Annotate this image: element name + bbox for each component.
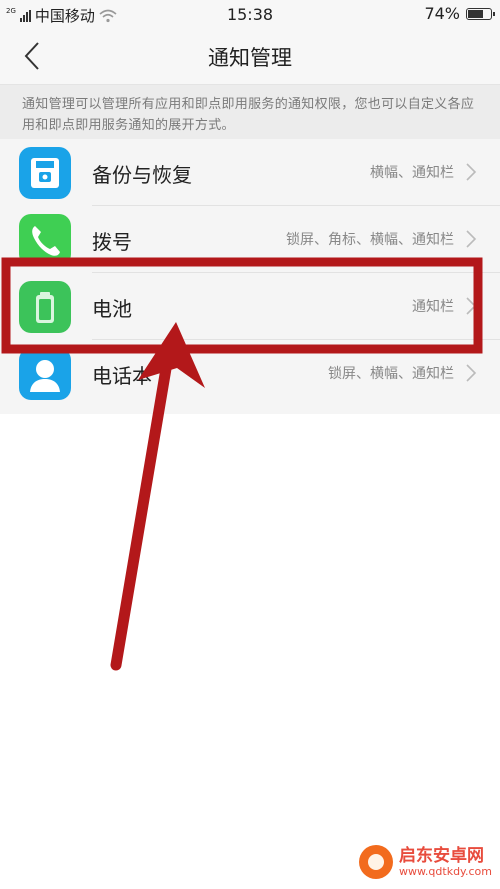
chevron-right-icon — [466, 230, 477, 248]
app-name: 电池 — [92, 297, 132, 321]
notification-mode: 横幅、通知栏 — [370, 162, 478, 182]
watermark: 启东安卓网 www.qdtkdy.com — [358, 845, 492, 879]
backup-icon — [19, 147, 71, 199]
app-row-dialer[interactable]: 拨号 锁屏、角标、横幅、通知栏 — [0, 206, 500, 273]
page-title: 通知管理 — [208, 46, 292, 70]
app-list: 备份与恢复 横幅、通知栏 拨号 锁屏、角标、横幅、通知栏 电池 通知栏 电话本 … — [0, 139, 500, 414]
watermark-name: 启东安卓网 — [398, 845, 484, 866]
status-bar: 2G 中国移动 15:38 74% — [0, 0, 500, 28]
app-name: 拨号 — [92, 230, 132, 254]
chevron-right-icon — [466, 163, 477, 181]
notification-mode-text: 锁屏、角标、横幅、通知栏 — [286, 232, 454, 248]
notification-mode: 锁屏、角标、横幅、通知栏 — [286, 229, 478, 249]
notification-mode: 锁屏、横幅、通知栏 — [328, 363, 478, 383]
notification-mode-text: 横幅、通知栏 — [370, 165, 454, 181]
nav-bar: 通知管理 — [0, 28, 500, 85]
description-text: 通知管理可以管理所有应用和即点即用服务的通知权限，您也可以自定义各应用和即点即用… — [0, 85, 500, 139]
app-row-contacts[interactable]: 电话本 锁屏、横幅、通知栏 — [0, 340, 500, 407]
notification-mode-text: 通知栏 — [412, 299, 454, 315]
contacts-icon — [19, 348, 71, 400]
phone-icon — [19, 214, 71, 266]
app-row-battery[interactable]: 电池 通知栏 — [0, 273, 500, 340]
notification-mode: 通知栏 — [412, 296, 478, 316]
battery-percent: 74% — [424, 4, 460, 23]
app-name: 备份与恢复 — [92, 163, 192, 187]
app-name: 电话本 — [92, 364, 152, 388]
chevron-right-icon — [466, 297, 477, 315]
notification-mode-text: 锁屏、横幅、通知栏 — [328, 366, 454, 382]
watermark-text: 启东安卓网 www.qdtkdy.com — [398, 845, 492, 878]
chevron-right-icon — [466, 364, 477, 382]
battery-status-icon — [466, 7, 495, 20]
status-right: 74% — [424, 4, 495, 23]
watermark-logo-icon — [358, 845, 393, 879]
battery-icon — [19, 281, 71, 333]
watermark-url: www.qdtkdy.com — [398, 864, 492, 878]
app-row-backup[interactable]: 备份与恢复 横幅、通知栏 — [0, 139, 500, 206]
